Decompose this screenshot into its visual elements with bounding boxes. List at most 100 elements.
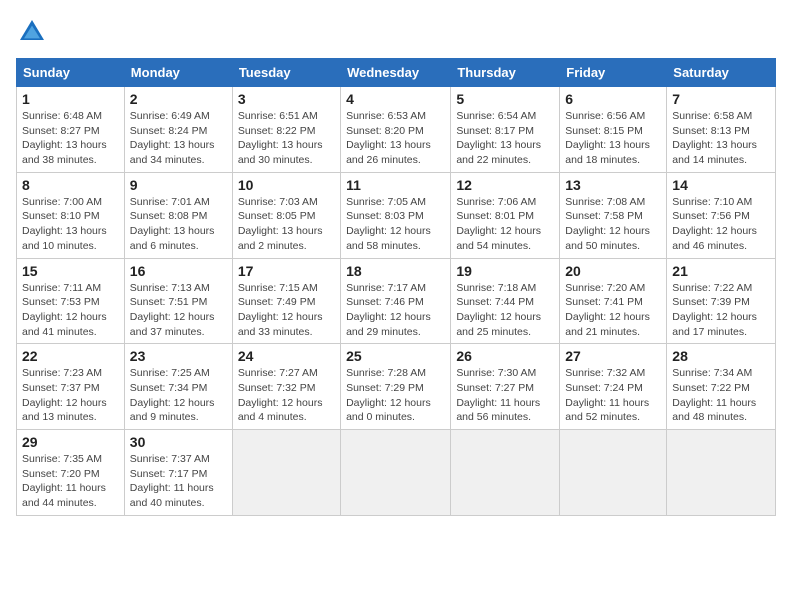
- day-info: Sunrise: 7:15 AM Sunset: 7:49 PM Dayligh…: [238, 281, 335, 340]
- calendar-header-row: SundayMondayTuesdayWednesdayThursdayFrid…: [17, 59, 776, 87]
- calendar-cell: 17 Sunrise: 7:15 AM Sunset: 7:49 PM Dayli…: [232, 258, 340, 344]
- day-info: Sunrise: 7:00 AM Sunset: 8:10 PM Dayligh…: [22, 195, 119, 254]
- calendar-week-2: 8Sunrise: 7:00 AM Sunset: 8:10 PM Daylig…: [17, 172, 776, 258]
- calendar-cell: [341, 430, 451, 516]
- calendar-week-1: 1 Sunrise: 6:48 AM Sunset: 8:27 PM Daylig…: [17, 87, 776, 173]
- calendar-cell: 5 Sunrise: 6:54 AM Sunset: 8:17 PM Daylig…: [451, 87, 560, 173]
- day-number: 24: [238, 348, 335, 364]
- day-info: Sunrise: 6:51 AM Sunset: 8:22 PM Dayligh…: [238, 109, 335, 168]
- day-number: 5: [456, 91, 554, 107]
- calendar-cell: [667, 430, 776, 516]
- calendar-cell: 26 Sunrise: 7:30 AM Sunset: 7:27 PM Dayli…: [451, 344, 560, 430]
- day-info: Sunrise: 7:27 AM Sunset: 7:32 PM Dayligh…: [238, 366, 335, 425]
- calendar-cell: 16 Sunrise: 7:13 AM Sunset: 7:51 PM Dayli…: [124, 258, 232, 344]
- calendar-cell: 10 Sunrise: 7:03 AM Sunset: 8:05 PM Dayli…: [232, 172, 340, 258]
- day-number: 3: [238, 91, 335, 107]
- calendar-cell: 8Sunrise: 7:00 AM Sunset: 8:10 PM Daylig…: [17, 172, 125, 258]
- day-number: 10: [238, 177, 335, 193]
- calendar-cell: [232, 430, 340, 516]
- day-info: Sunrise: 6:58 AM Sunset: 8:13 PM Dayligh…: [672, 109, 770, 168]
- day-info: Sunrise: 7:17 AM Sunset: 7:46 PM Dayligh…: [346, 281, 445, 340]
- day-info: Sunrise: 6:56 AM Sunset: 8:15 PM Dayligh…: [565, 109, 661, 168]
- calendar-cell: 15 Sunrise: 7:11 AM Sunset: 7:53 PM Dayli…: [17, 258, 125, 344]
- calendar-cell: [451, 430, 560, 516]
- day-info: Sunrise: 7:11 AM Sunset: 7:53 PM Dayligh…: [22, 281, 119, 340]
- column-header-sunday: Sunday: [17, 59, 125, 87]
- day-number: 22: [22, 348, 119, 364]
- day-info: Sunrise: 6:49 AM Sunset: 8:24 PM Dayligh…: [130, 109, 227, 168]
- page-header: [16, 16, 776, 48]
- calendar-cell: 3 Sunrise: 6:51 AM Sunset: 8:22 PM Daylig…: [232, 87, 340, 173]
- calendar-cell: 23 Sunrise: 7:25 AM Sunset: 7:34 PM Dayli…: [124, 344, 232, 430]
- day-number: 26: [456, 348, 554, 364]
- calendar-cell: 22Sunrise: 7:23 AM Sunset: 7:37 PM Dayli…: [17, 344, 125, 430]
- day-info: Sunrise: 7:13 AM Sunset: 7:51 PM Dayligh…: [130, 281, 227, 340]
- calendar-cell: 13 Sunrise: 7:08 AM Sunset: 7:58 PM Dayli…: [560, 172, 667, 258]
- column-header-tuesday: Tuesday: [232, 59, 340, 87]
- calendar-cell: 19 Sunrise: 7:18 AM Sunset: 7:44 PM Dayli…: [451, 258, 560, 344]
- day-info: Sunrise: 6:54 AM Sunset: 8:17 PM Dayligh…: [456, 109, 554, 168]
- day-info: Sunrise: 7:18 AM Sunset: 7:44 PM Dayligh…: [456, 281, 554, 340]
- day-number: 21: [672, 263, 770, 279]
- day-number: 15: [22, 263, 119, 279]
- column-header-thursday: Thursday: [451, 59, 560, 87]
- calendar-cell: 12 Sunrise: 7:06 AM Sunset: 8:01 PM Dayli…: [451, 172, 560, 258]
- day-info: Sunrise: 6:53 AM Sunset: 8:20 PM Dayligh…: [346, 109, 445, 168]
- day-info: Sunrise: 7:03 AM Sunset: 8:05 PM Dayligh…: [238, 195, 335, 254]
- day-info: Sunrise: 7:25 AM Sunset: 7:34 PM Dayligh…: [130, 366, 227, 425]
- calendar-cell: 9 Sunrise: 7:01 AM Sunset: 8:08 PM Daylig…: [124, 172, 232, 258]
- calendar-cell: 30 Sunrise: 7:37 AM Sunset: 7:17 PM Dayli…: [124, 430, 232, 516]
- logo: [16, 16, 52, 48]
- calendar-cell: 20 Sunrise: 7:20 AM Sunset: 7:41 PM Dayli…: [560, 258, 667, 344]
- calendar-cell: 18 Sunrise: 7:17 AM Sunset: 7:46 PM Dayli…: [341, 258, 451, 344]
- day-number: 7: [672, 91, 770, 107]
- calendar-cell: 14Sunrise: 7:10 AM Sunset: 7:56 PM Dayli…: [667, 172, 776, 258]
- column-header-friday: Friday: [560, 59, 667, 87]
- logo-icon: [16, 16, 48, 48]
- calendar-cell: 4 Sunrise: 6:53 AM Sunset: 8:20 PM Daylig…: [341, 87, 451, 173]
- day-number: 16: [130, 263, 227, 279]
- day-info: Sunrise: 7:22 AM Sunset: 7:39 PM Dayligh…: [672, 281, 770, 340]
- day-number: 11: [346, 177, 445, 193]
- day-info: Sunrise: 7:10 AM Sunset: 7:56 PM Dayligh…: [672, 195, 770, 254]
- day-number: 13: [565, 177, 661, 193]
- calendar-week-4: 22Sunrise: 7:23 AM Sunset: 7:37 PM Dayli…: [17, 344, 776, 430]
- day-number: 2: [130, 91, 227, 107]
- day-number: 23: [130, 348, 227, 364]
- day-number: 17: [238, 263, 335, 279]
- calendar-cell: 1 Sunrise: 6:48 AM Sunset: 8:27 PM Daylig…: [17, 87, 125, 173]
- day-number: 6: [565, 91, 661, 107]
- day-info: Sunrise: 7:30 AM Sunset: 7:27 PM Dayligh…: [456, 366, 554, 425]
- calendar-cell: 11 Sunrise: 7:05 AM Sunset: 8:03 PM Dayli…: [341, 172, 451, 258]
- calendar-cell: 21 Sunrise: 7:22 AM Sunset: 7:39 PM Dayli…: [667, 258, 776, 344]
- day-info: Sunrise: 7:37 AM Sunset: 7:17 PM Dayligh…: [130, 452, 227, 511]
- day-number: 4: [346, 91, 445, 107]
- day-number: 20: [565, 263, 661, 279]
- day-number: 9: [130, 177, 227, 193]
- calendar-cell: 25 Sunrise: 7:28 AM Sunset: 7:29 PM Dayli…: [341, 344, 451, 430]
- calendar-cell: 28Sunrise: 7:34 AM Sunset: 7:22 PM Dayli…: [667, 344, 776, 430]
- day-info: Sunrise: 7:20 AM Sunset: 7:41 PM Dayligh…: [565, 281, 661, 340]
- day-number: 25: [346, 348, 445, 364]
- calendar-cell: 24 Sunrise: 7:27 AM Sunset: 7:32 PM Dayli…: [232, 344, 340, 430]
- day-number: 12: [456, 177, 554, 193]
- day-info: Sunrise: 7:05 AM Sunset: 8:03 PM Dayligh…: [346, 195, 445, 254]
- column-header-monday: Monday: [124, 59, 232, 87]
- calendar-week-5: 29Sunrise: 7:35 AM Sunset: 7:20 PM Dayli…: [17, 430, 776, 516]
- day-number: 18: [346, 263, 445, 279]
- day-info: Sunrise: 7:08 AM Sunset: 7:58 PM Dayligh…: [565, 195, 661, 254]
- day-info: Sunrise: 7:28 AM Sunset: 7:29 PM Dayligh…: [346, 366, 445, 425]
- day-number: 30: [130, 434, 227, 450]
- day-number: 28: [672, 348, 770, 364]
- calendar-cell: 7 Sunrise: 6:58 AM Sunset: 8:13 PM Daylig…: [667, 87, 776, 173]
- day-number: 19: [456, 263, 554, 279]
- day-info: Sunrise: 7:35 AM Sunset: 7:20 PM Dayligh…: [22, 452, 119, 511]
- day-number: 27: [565, 348, 661, 364]
- day-info: Sunrise: 7:06 AM Sunset: 8:01 PM Dayligh…: [456, 195, 554, 254]
- day-info: Sunrise: 6:48 AM Sunset: 8:27 PM Dayligh…: [22, 109, 119, 168]
- calendar-table: SundayMondayTuesdayWednesdayThursdayFrid…: [16, 58, 776, 516]
- column-header-wednesday: Wednesday: [341, 59, 451, 87]
- day-info: Sunrise: 7:01 AM Sunset: 8:08 PM Dayligh…: [130, 195, 227, 254]
- day-number: 1: [22, 91, 119, 107]
- calendar-cell: 29Sunrise: 7:35 AM Sunset: 7:20 PM Dayli…: [17, 430, 125, 516]
